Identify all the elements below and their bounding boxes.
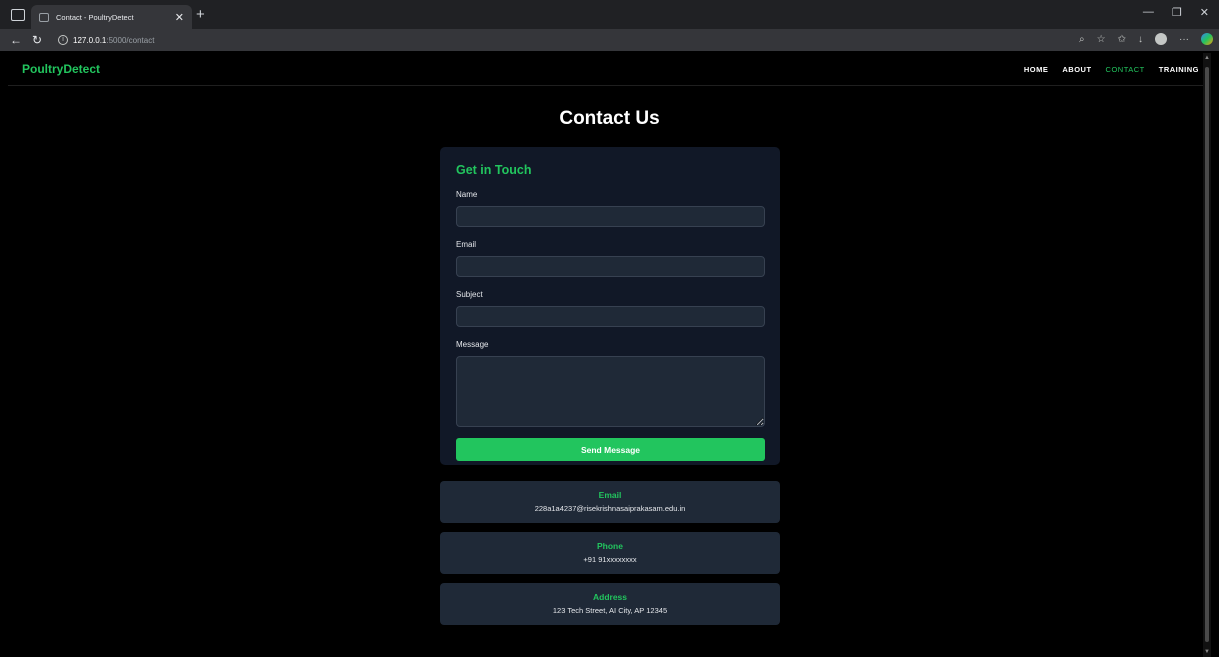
scrollbar-thumb[interactable]	[1205, 67, 1209, 642]
browser-tab-strip: Contact - PoultryDetect ✕ + — ❐ ✕	[0, 0, 1219, 29]
message-label: Message	[456, 340, 489, 349]
back-icon[interactable]: ←	[10, 33, 22, 47]
subject-label: Subject	[456, 290, 483, 299]
brand-logo[interactable]: PoultryDetect	[22, 62, 100, 76]
nav-about[interactable]: ABOUT	[1062, 65, 1091, 74]
phone-info-value: +91 91xxxxxxxx	[583, 555, 637, 564]
minimize-icon[interactable]: —	[1143, 6, 1154, 19]
favorites-icon[interactable]: ✩	[1118, 34, 1126, 45]
phone-info-card: Phone +91 91xxxxxxxx	[440, 532, 780, 574]
url-path: :5000/contact	[106, 35, 155, 45]
more-icon[interactable]: ···	[1179, 34, 1189, 45]
refresh-icon[interactable]: ↻	[32, 33, 42, 47]
browser-tab[interactable]: Contact - PoultryDetect ✕	[31, 5, 192, 29]
tab-actions-icon[interactable]	[11, 8, 25, 21]
url-field[interactable]: i 127.0.0.1 :5000/contact	[58, 32, 1078, 48]
url-host: 127.0.0.1	[73, 35, 107, 45]
profile-icon[interactable]	[1155, 33, 1167, 45]
address-info-value: 123 Tech Street, AI City, AP 12345	[552, 606, 668, 615]
tab-close-icon[interactable]: ✕	[175, 11, 184, 24]
page-favicon-icon	[39, 12, 49, 22]
email-info-title: Email	[598, 490, 622, 500]
tab-title: Contact - PoultryDetect	[56, 12, 134, 22]
phone-info-title: Phone	[597, 541, 623, 551]
nav-training[interactable]: TRAINING	[1159, 65, 1199, 74]
email-label: Email	[456, 240, 477, 249]
page-scrollbar[interactable]: ▲ ▼	[1203, 53, 1211, 657]
restore-icon[interactable]: ❐	[1172, 6, 1182, 19]
browser-toolbar: ⌕ ☆ ✩ ↓ ···	[1079, 33, 1213, 45]
name-input[interactable]	[456, 206, 765, 227]
address-info-card: Address 123 Tech Street, AI City, AP 123…	[440, 583, 780, 625]
copilot-icon[interactable]	[1201, 33, 1213, 45]
downloads-icon[interactable]: ↓	[1138, 34, 1143, 45]
zoom-icon[interactable]: ⌕	[1079, 34, 1085, 45]
site-navbar: PoultryDetect HOME ABOUT CONTACT TRAININ…	[8, 53, 1211, 86]
contact-form-card: Get in Touch Name Email Subject Message …	[440, 147, 780, 465]
email-info-card: Email 228a1a4237@risekrishnasaiprakasam.…	[440, 481, 780, 523]
site-info-icon[interactable]: i	[58, 35, 68, 45]
name-label: Name	[456, 190, 478, 199]
page-title: Contact Us	[559, 108, 660, 129]
favorite-star-icon[interactable]: ☆	[1097, 34, 1106, 45]
scroll-up-icon[interactable]: ▲	[1204, 55, 1210, 61]
subject-input[interactable]	[456, 306, 765, 327]
window-controls: — ❐ ✕	[1143, 6, 1209, 19]
nav-home[interactable]: HOME	[1024, 65, 1049, 74]
address-info-title: Address	[592, 592, 627, 602]
send-message-button[interactable]: Send Message	[456, 438, 765, 461]
form-heading: Get in Touch	[456, 163, 532, 177]
address-bar: ← ↻ i 127.0.0.1 :5000/contact ⌕ ☆ ✩ ↓ ··…	[0, 29, 1219, 51]
new-tab-icon[interactable]: +	[196, 6, 205, 23]
email-input[interactable]	[456, 256, 765, 277]
close-window-icon[interactable]: ✕	[1200, 6, 1209, 19]
message-textarea[interactable]	[456, 356, 765, 427]
email-info-value: 228a1a4237@risekrishnasaiprakasam.edu.in	[534, 504, 686, 513]
nav-contact[interactable]: CONTACT	[1106, 65, 1145, 74]
scroll-down-icon[interactable]: ▼	[1204, 649, 1210, 655]
page-viewport: PoultryDetect HOME ABOUT CONTACT TRAININ…	[8, 53, 1211, 657]
nav-links: HOME ABOUT CONTACT TRAINING	[1024, 65, 1199, 74]
